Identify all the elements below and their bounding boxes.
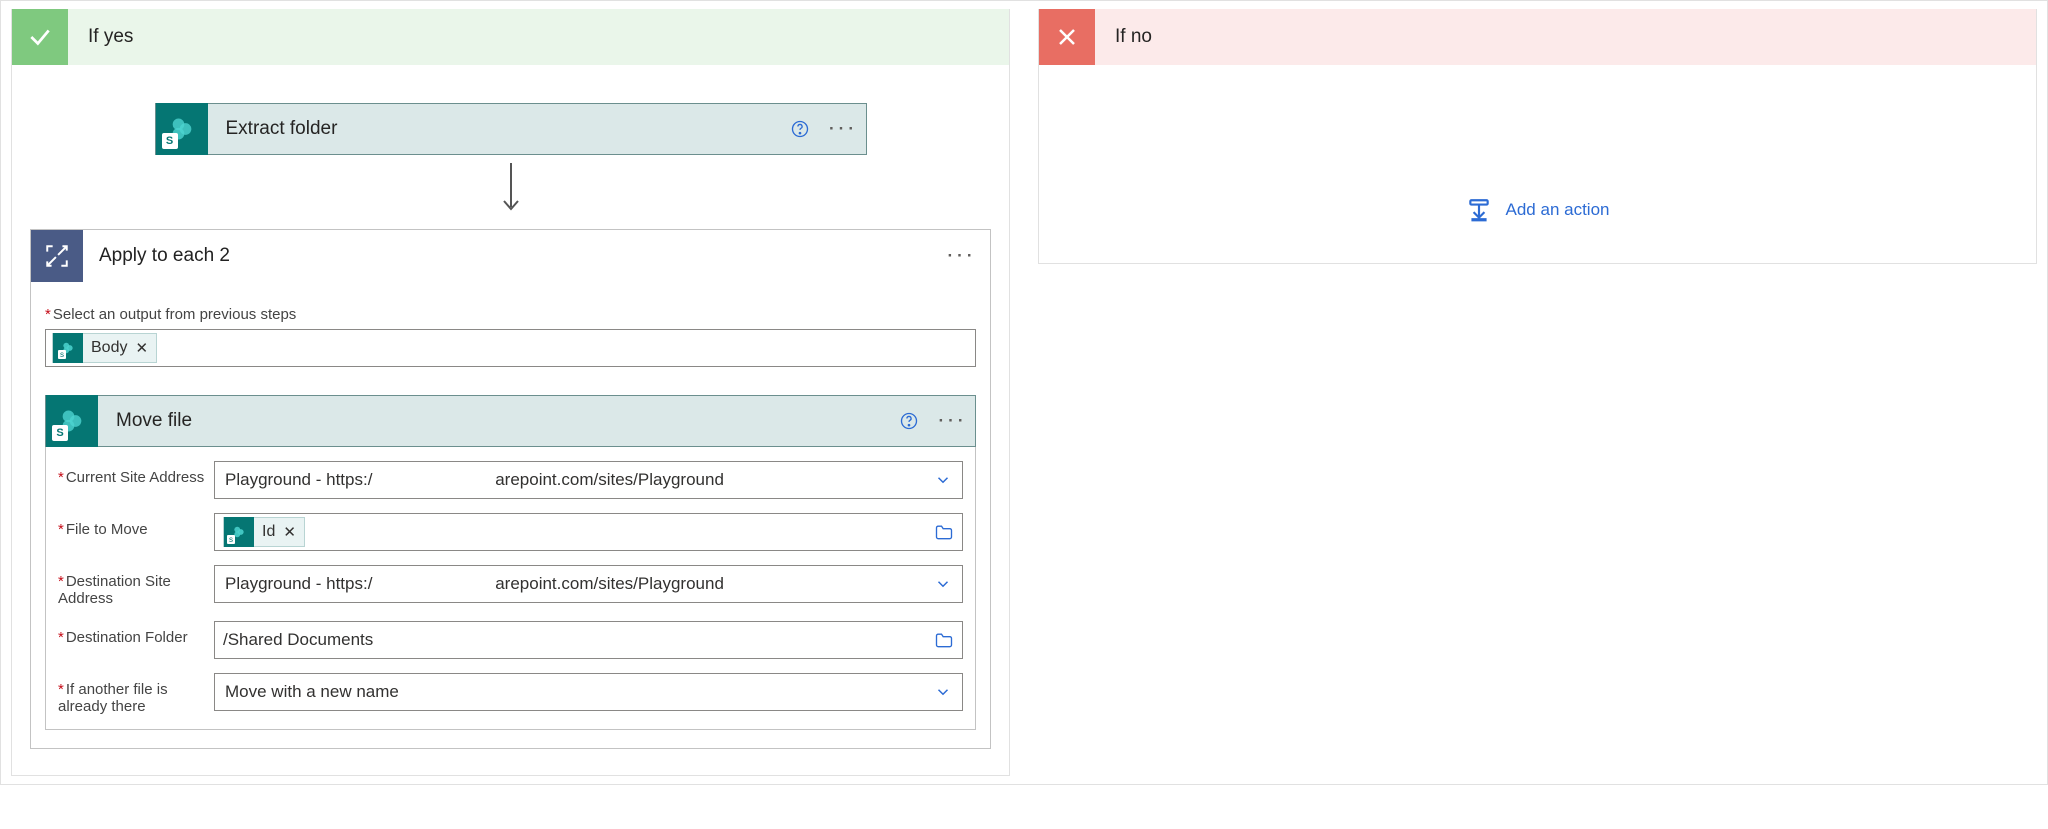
- dest-folder-label: *Destination Folder: [58, 621, 214, 646]
- loop-icon: [31, 230, 83, 282]
- if-yes-branch: If yes S Extract folder ···: [11, 9, 1010, 776]
- folder-picker-icon[interactable]: [934, 631, 954, 649]
- remove-token-icon[interactable]: ✕: [283, 523, 296, 541]
- sharepoint-icon: s: [53, 333, 83, 363]
- if-no-body: Add an action: [1039, 65, 2036, 263]
- more-icon[interactable]: ···: [934, 246, 990, 266]
- dest-folder-input[interactable]: /Shared Documents: [214, 621, 963, 659]
- current-site-label: *Current Site Address: [58, 461, 214, 486]
- overwrite-select[interactable]: Move with a new name: [214, 673, 963, 711]
- chevron-down-icon: [934, 471, 952, 489]
- x-icon: [1039, 9, 1095, 65]
- help-icon[interactable]: [778, 119, 822, 139]
- id-token[interactable]: s Id ✕: [223, 517, 305, 547]
- dest-folder-value: /Shared Documents: [223, 630, 373, 650]
- if-yes-body: S Extract folder ···: [12, 65, 1009, 775]
- move-file-title: Move file: [116, 410, 887, 432]
- if-no-branch: If no Add an action: [1038, 9, 2037, 264]
- move-file-step: S Move file ··· *Current Site Address: [45, 395, 976, 730]
- add-action-label: Add an action: [1506, 200, 1610, 220]
- move-file-body: *Current Site Address Playground - https…: [45, 447, 976, 730]
- body-token[interactable]: s Body ✕: [52, 333, 157, 363]
- apply-to-each-step: Apply to each 2 ··· *Select an output fr…: [30, 229, 991, 749]
- sharepoint-icon: S: [46, 395, 98, 447]
- add-action-icon: [1466, 197, 1492, 223]
- current-site-row: *Current Site Address Playground - https…: [46, 451, 975, 503]
- overwrite-label: *If another file is already there: [58, 673, 214, 715]
- chevron-down-icon: [934, 683, 952, 701]
- check-icon: [12, 9, 68, 65]
- token-label: Id: [262, 523, 275, 541]
- dest-site-row: *Destination Site Address Playground - h…: [46, 555, 975, 611]
- help-icon[interactable]: [887, 411, 931, 431]
- dest-site-value: Playground - https:/ arepoint.com/sites/…: [225, 574, 724, 594]
- sharepoint-icon: S: [156, 103, 208, 155]
- output-from-previous-input[interactable]: s Body ✕: [45, 329, 976, 367]
- dest-site-select[interactable]: Playground - https:/ arepoint.com/sites/…: [214, 565, 963, 603]
- remove-token-icon[interactable]: ✕: [135, 339, 148, 357]
- file-to-move-input[interactable]: s Id ✕: [214, 513, 963, 551]
- current-site-value: Playground - https:/ arepoint.com/sites/…: [225, 470, 724, 490]
- if-no-label: If no: [1115, 26, 1152, 48]
- extract-folder-header[interactable]: S Extract folder ···: [155, 103, 867, 155]
- token-label: Body: [91, 339, 127, 357]
- if-yes-label: If yes: [88, 26, 133, 48]
- flow-arrow-icon: [30, 161, 991, 217]
- current-site-select[interactable]: Playground - https:/ arepoint.com/sites/…: [214, 461, 963, 499]
- add-action-button[interactable]: Add an action: [1466, 197, 1610, 223]
- if-no-header[interactable]: If no: [1039, 9, 2036, 65]
- chevron-down-icon: [934, 575, 952, 593]
- move-file-header[interactable]: S Move file ···: [45, 395, 976, 447]
- file-to-move-label: *File to Move: [58, 513, 214, 538]
- if-yes-header[interactable]: If yes: [12, 9, 1009, 65]
- extract-folder-title: Extract folder: [226, 118, 778, 140]
- dest-folder-row: *Destination Folder /Shared Documents: [46, 611, 975, 663]
- dest-site-label: *Destination Site Address: [58, 565, 214, 607]
- sharepoint-icon: s: [224, 517, 254, 547]
- more-icon[interactable]: ···: [931, 411, 975, 431]
- sharepoint-badge-letter: S: [162, 133, 178, 149]
- overwrite-value: Move with a new name: [225, 682, 399, 702]
- apply-to-each-header-row: Apply to each 2 ···: [31, 230, 990, 282]
- output-from-previous-label: *Select an output from previous steps: [45, 306, 976, 323]
- condition-branches: If yes S Extract folder ···: [0, 0, 2048, 785]
- apply-to-each-header[interactable]: Apply to each 2: [31, 230, 934, 282]
- apply-to-each-title: Apply to each 2: [99, 245, 934, 267]
- extract-folder-step[interactable]: S Extract folder ···: [155, 103, 867, 155]
- file-picker-icon[interactable]: [934, 523, 954, 541]
- required-asterisk: *: [45, 306, 51, 323]
- apply-to-each-body: *Select an output from previous steps s …: [31, 282, 990, 748]
- more-icon[interactable]: ···: [822, 119, 866, 139]
- file-to-move-row: *File to Move s: [46, 503, 975, 555]
- overwrite-row: *If another file is already there Move w…: [46, 663, 975, 719]
- sharepoint-badge-letter: S: [52, 425, 68, 441]
